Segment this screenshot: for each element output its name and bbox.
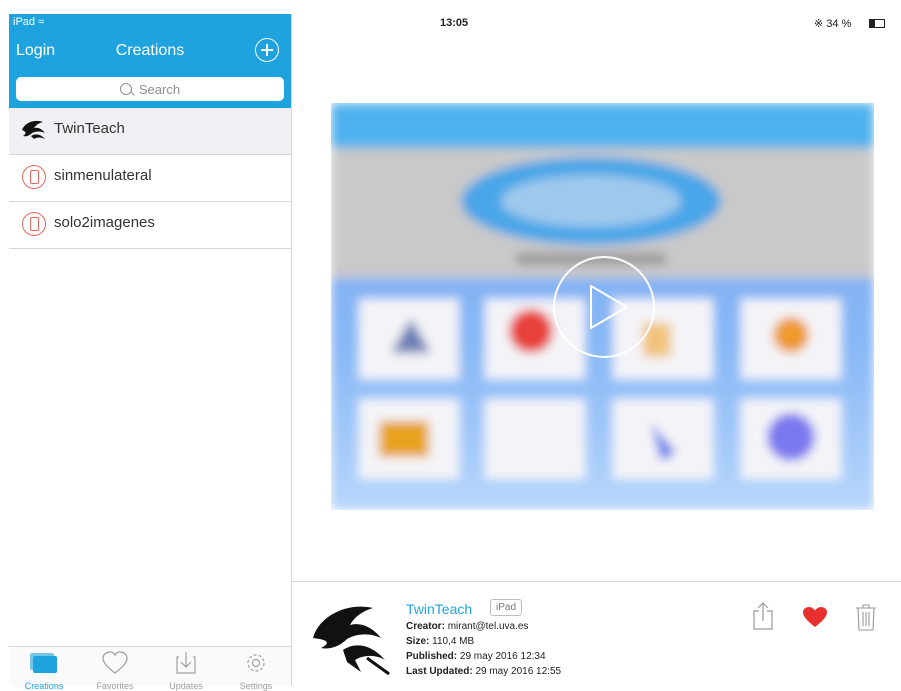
tab-label: Updates: [169, 681, 203, 691]
search-icon: [119, 83, 132, 95]
download-icon: [176, 652, 196, 674]
tab-creations[interactable]: Creations: [9, 649, 79, 691]
list-item-twinteach[interactable]: TwinTeach: [9, 108, 291, 155]
detail-title: TwinTeach: [406, 601, 473, 617]
tab-favorites[interactable]: Favorites: [80, 649, 150, 691]
share-icon[interactable]: [752, 601, 774, 631]
tab-label: Settings: [239, 681, 273, 691]
heart-icon: [102, 651, 128, 674]
battery-level: [870, 20, 875, 27]
play-icon: [590, 285, 628, 329]
list-item-sinmenulateral[interactable]: sinmenulateral: [9, 155, 291, 202]
device-icon: [22, 212, 46, 236]
heart-icon[interactable]: [802, 606, 828, 628]
detail-updated: Last Updated: 29 may 2016 12:55: [406, 666, 562, 677]
tab-settings[interactable]: Settings: [221, 649, 291, 691]
sidebar: iPad ≈ Login Creations Search TwinTeach …: [9, 14, 292, 691]
sidebar-header: iPad ≈ Login Creations Search: [9, 14, 291, 108]
creations-icon: [30, 653, 57, 673]
tab-label: Creations: [24, 681, 64, 691]
list-item-label: TwinTeach: [54, 120, 125, 137]
platform-badge: iPad: [490, 599, 523, 616]
gear-icon: [247, 654, 265, 672]
list-item-label: sinmenulateral: [54, 167, 152, 184]
tab-label: Favorites: [96, 681, 134, 691]
status-time: 13:05: [440, 17, 469, 29]
tab-updates[interactable]: Updates: [151, 649, 221, 691]
add-creation-button[interactable]: [255, 38, 279, 62]
search-input[interactable]: Search: [16, 77, 284, 101]
status-device: iPad ≈: [13, 16, 45, 28]
divider: [291, 581, 901, 582]
battery-icon: [869, 19, 885, 28]
list-item-solo2imagenes[interactable]: solo2imagenes: [9, 202, 291, 249]
trash-icon[interactable]: [855, 603, 877, 631]
search-placeholder: Search: [138, 81, 181, 97]
sidebar-title: Creations: [115, 42, 185, 59]
wifi-icon: ≈: [38, 16, 45, 28]
device-icon: [22, 165, 46, 189]
detail-size: Size: 110,4 MB: [406, 636, 475, 647]
detail-creator: Creator: mirant@tel.uva.es: [406, 621, 529, 632]
tab-bar: Creations Favorites Updates Settings: [9, 646, 291, 691]
bluetooth-icon: ※: [814, 18, 824, 30]
status-battery-text: ※ 34 %: [814, 18, 852, 30]
dolphin-logo-icon: [22, 120, 45, 139]
play-button[interactable]: [553, 256, 655, 358]
list-item-label: solo2imagenes: [54, 214, 155, 231]
detail-published: Published: 29 may 2016 12:34: [406, 651, 546, 662]
dolphin-logo-icon: [313, 606, 390, 676]
